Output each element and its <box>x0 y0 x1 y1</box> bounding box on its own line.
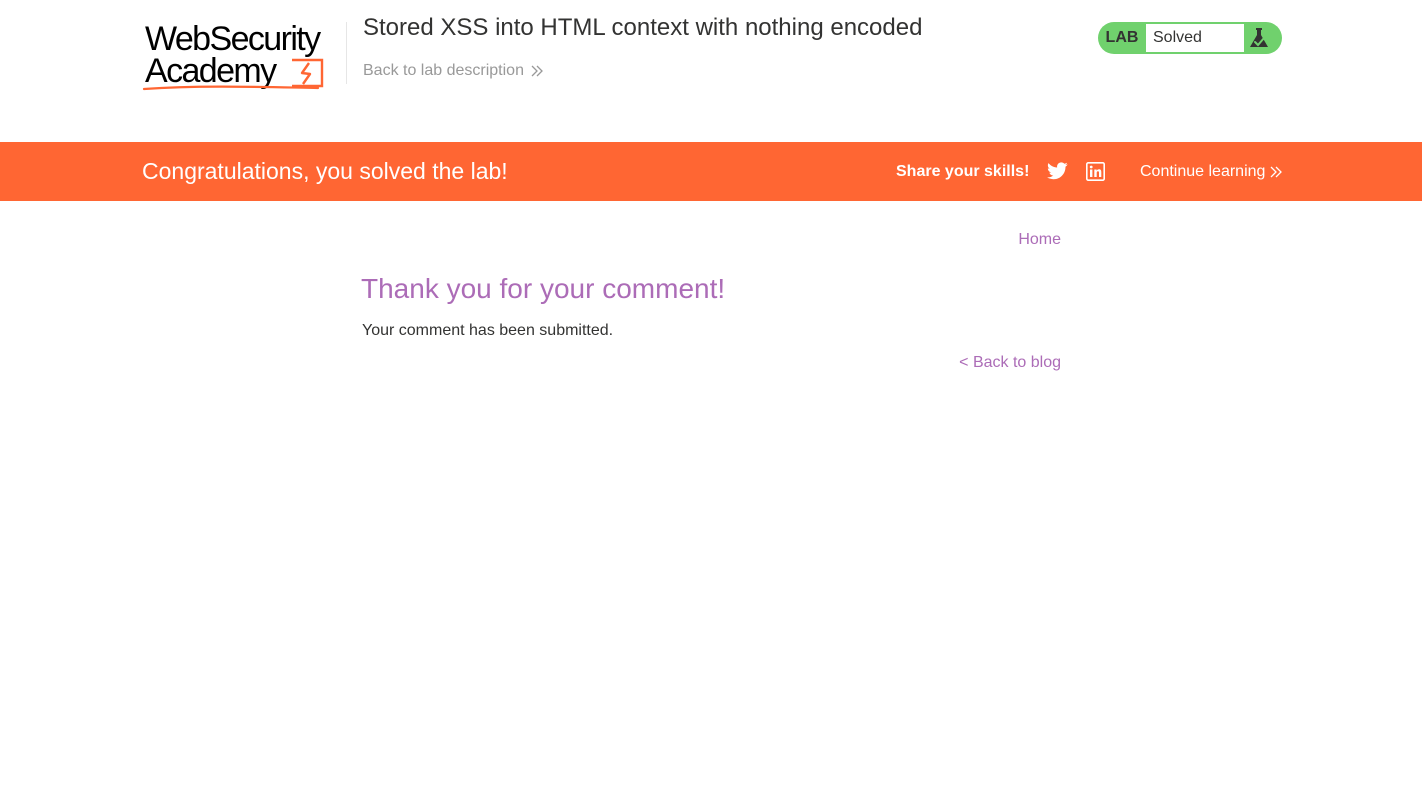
share-skills-label: Share your skills! <box>896 163 1030 180</box>
solved-message: Congratulations, you solved the lab! <box>142 158 508 184</box>
back-to-lab-description-link[interactable]: Back to lab description <box>363 62 543 80</box>
lab-status-widget: LAB Solved <box>1098 22 1282 54</box>
page-heading: Thank you for your comment! <box>361 273 726 304</box>
comment-submitted-message: Your comment has been submitted. <box>362 322 614 339</box>
continue-learning-label: Continue learning <box>1140 163 1266 180</box>
solved-banner: Congratulations, you solved the lab! Sha… <box>0 142 1422 201</box>
twitter-share-button[interactable] <box>1047 162 1068 180</box>
continue-learning-link[interactable]: Continue learning <box>1140 142 1283 201</box>
web-security-academy-logo[interactable]: WebSecurity Academy <box>142 18 346 94</box>
lab-title: Stored XSS into HTML context with nothin… <box>363 14 923 41</box>
lab-status-value: Solved <box>1146 24 1244 52</box>
logo-text-line2: Academy <box>145 52 277 90</box>
logo-mark: WebSecurity Academy <box>142 20 324 91</box>
home-nav-link[interactable]: Home <box>1018 231 1061 249</box>
lab-header: WebSecurity Academy Stored XSS into HTML… <box>0 0 1422 142</box>
linkedin-icon <box>1086 162 1105 181</box>
double-chevron-right-icon <box>531 65 543 77</box>
back-to-lab-description-label: Back to lab description <box>363 62 524 79</box>
blog-comment-confirmation: Home Thank you for your comment! Your co… <box>0 201 1422 787</box>
linkedin-share-button[interactable] <box>1086 162 1105 181</box>
double-chevron-right-icon <box>1270 166 1283 177</box>
back-to-blog-link[interactable]: < Back to blog <box>959 354 1061 372</box>
lab-status-label: LAB <box>1105 29 1139 46</box>
twitter-icon <box>1047 162 1068 180</box>
logo-divider <box>346 22 347 84</box>
flask-icon <box>1250 28 1268 47</box>
